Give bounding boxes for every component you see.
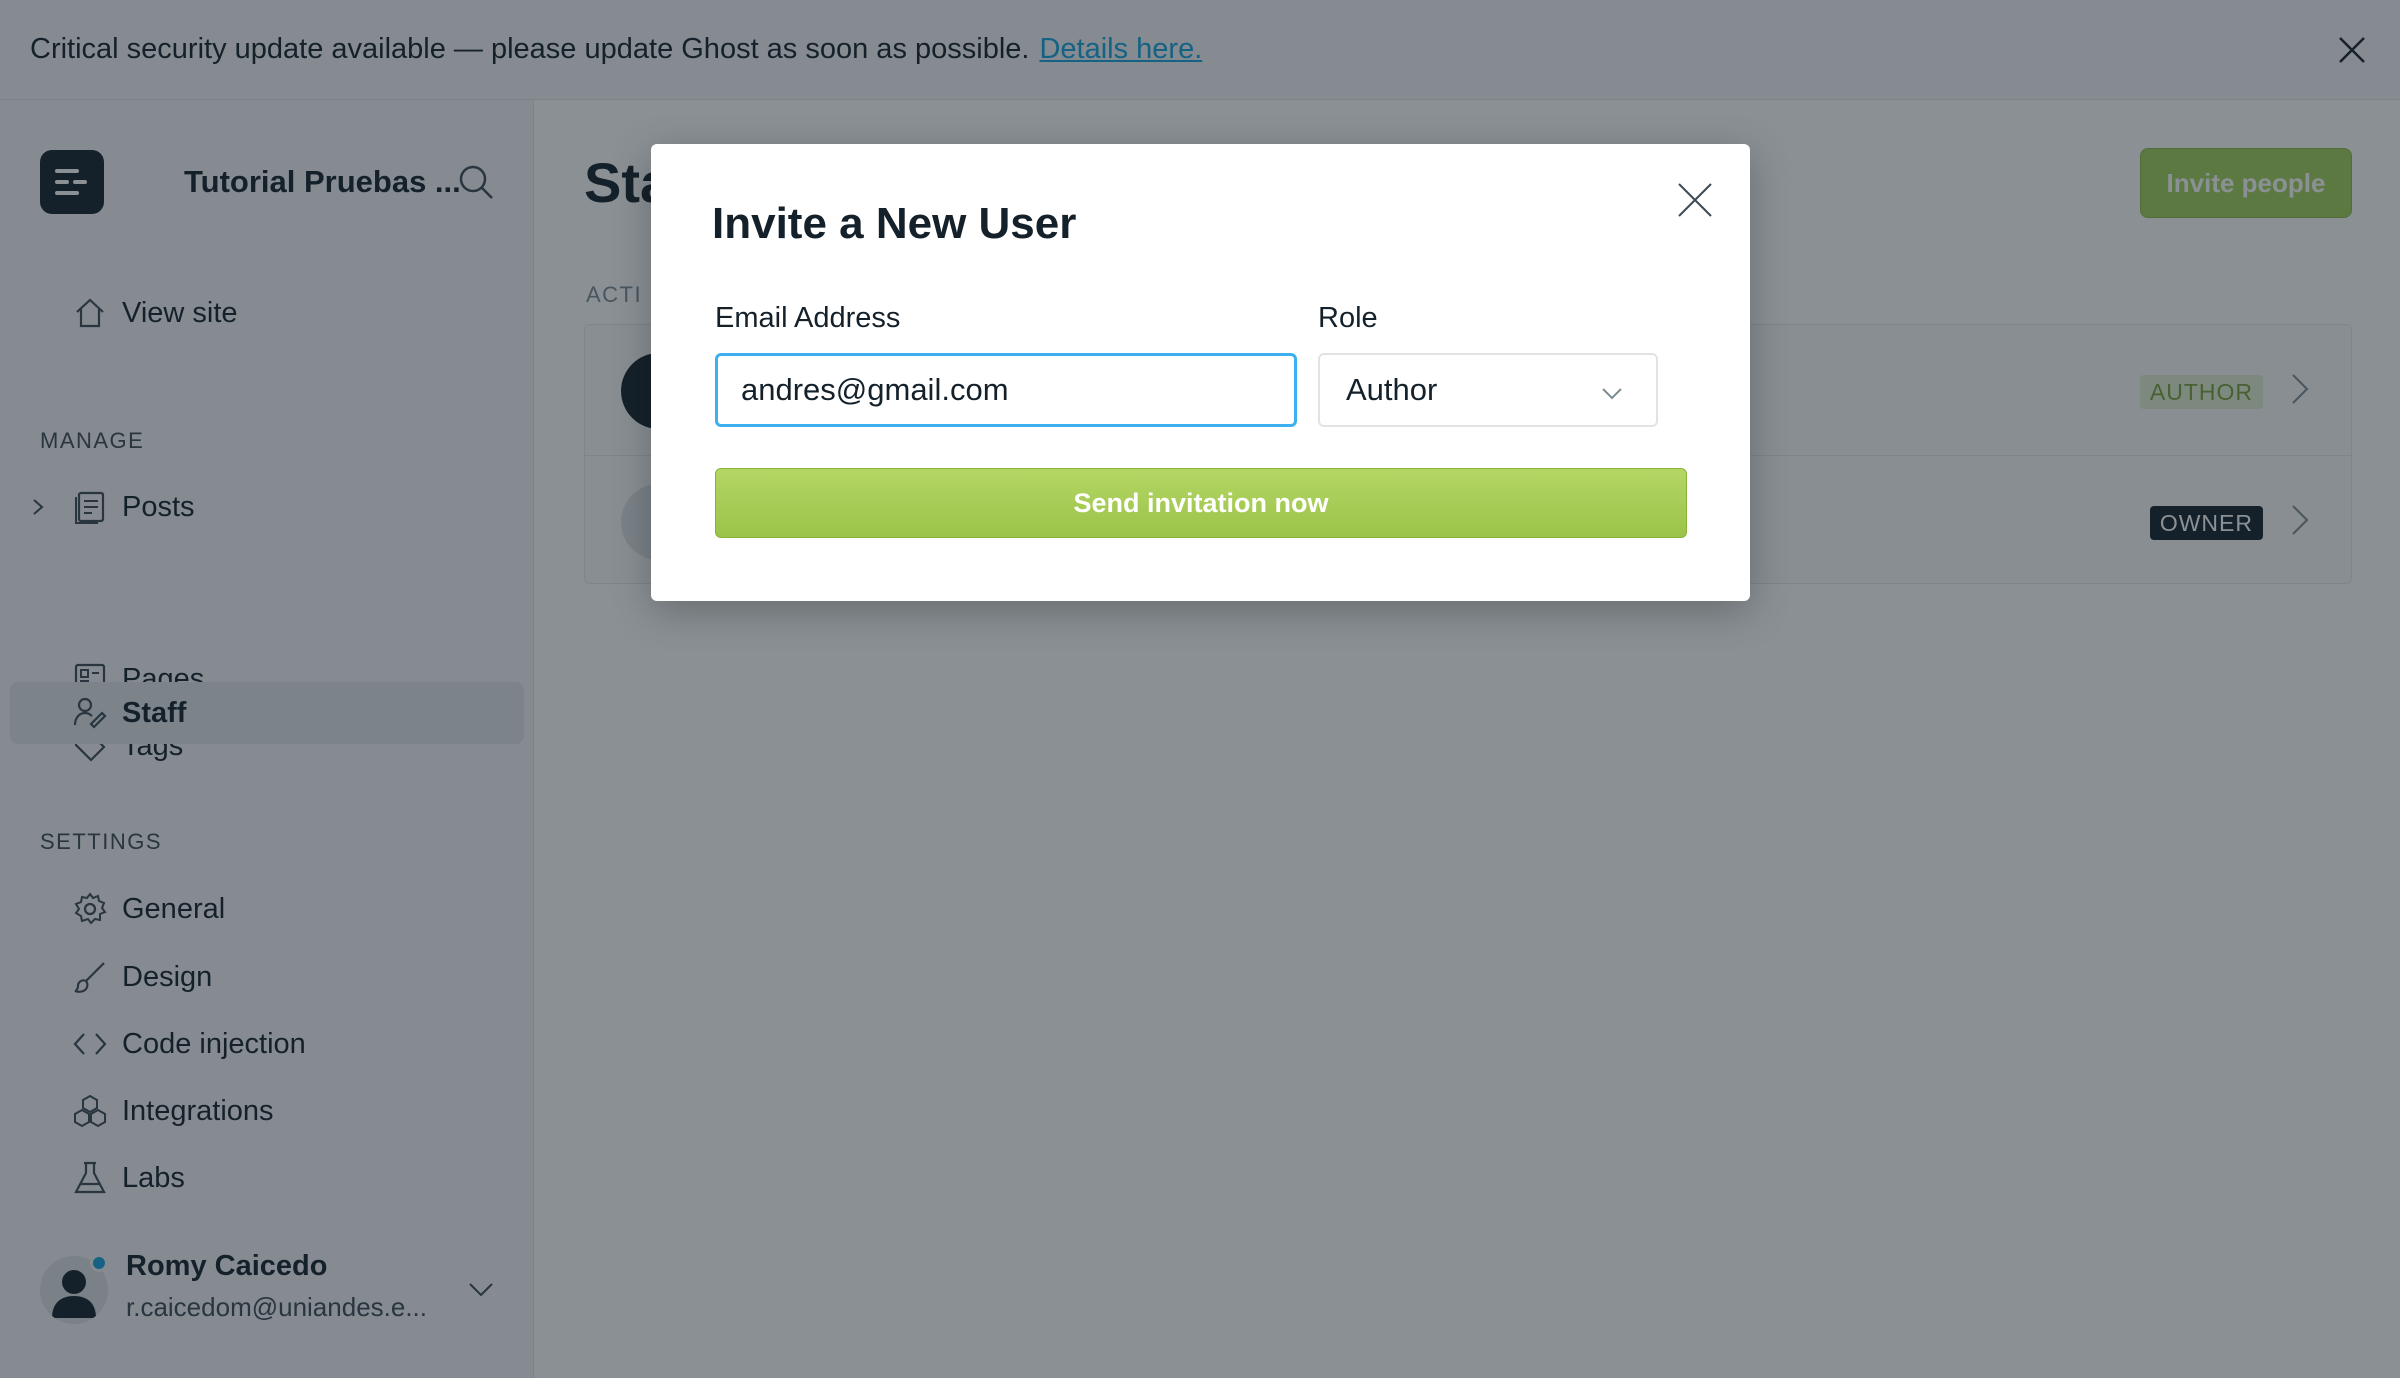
send-invitation-button[interactable]: Send invitation now <box>715 468 1687 538</box>
email-label: Email Address <box>715 302 901 334</box>
chevron-down-icon <box>1602 388 1622 400</box>
role-select[interactable]: Author <box>1318 353 1658 427</box>
invite-user-modal: Invite a New User Email Address Role Aut… <box>651 144 1750 601</box>
close-icon[interactable] <box>1675 180 1715 220</box>
email-field[interactable] <box>715 353 1297 427</box>
modal-title: Invite a New User <box>712 199 1077 248</box>
role-label: Role <box>1318 302 1378 334</box>
role-selected-value: Author <box>1346 372 1438 407</box>
